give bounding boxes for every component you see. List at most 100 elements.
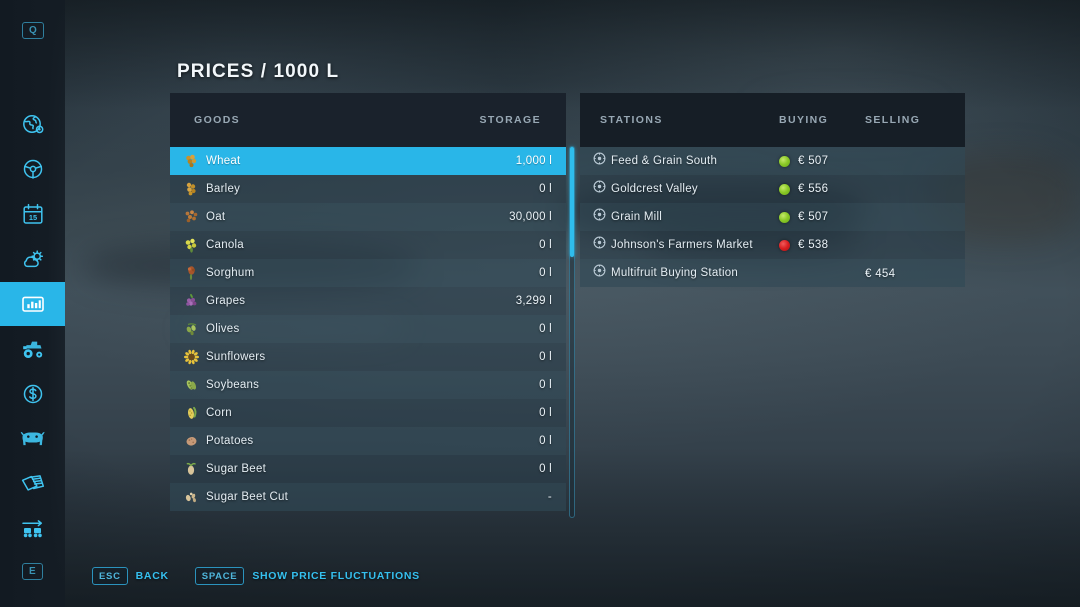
sugarbeet-icon [183, 461, 200, 478]
trend-up-icon [779, 183, 790, 195]
sidebar-item-animals[interactable] [0, 417, 65, 461]
sidebar-item-map[interactable] [0, 102, 65, 146]
column-goods: GOODS [194, 114, 241, 126]
wheat-icon [183, 153, 200, 170]
hint-label: SHOW PRICE FLUCTUATIONS [252, 569, 420, 582]
goods-row-storage: 0 l [539, 407, 552, 419]
goods-row[interactable]: Sunflowers 0 l [170, 343, 566, 371]
sidebar-item-contracts[interactable] [0, 462, 65, 506]
goods-row[interactable]: Soybeans 0 l [170, 371, 566, 399]
goods-row-label: Corn [206, 407, 232, 419]
column-buying: BUYING [779, 114, 829, 126]
goods-row-label: Sorghum [206, 267, 255, 279]
station-marker-icon [593, 264, 606, 282]
sidebar-item-prices[interactable] [0, 282, 65, 326]
station-buying-cell: € 538 [779, 239, 828, 251]
trend-up-icon [779, 155, 790, 167]
station-buying-cell: € 507 [779, 211, 828, 223]
sunflower-icon [183, 349, 200, 366]
goods-row-storage: 0 l [539, 267, 552, 279]
goods-row-storage: - [547, 491, 552, 503]
trend-up-icon [779, 211, 790, 223]
goods-row-label: Canola [206, 239, 244, 251]
oat-icon [183, 209, 200, 226]
goods-panel: GOODS STORAGE Wheat 1,000 l Barley 0 l Oat 30… [170, 93, 566, 511]
page-title: PRICES / 1000 L [177, 61, 340, 82]
goods-row-storage: 0 l [539, 351, 552, 363]
globe-map-icon [21, 112, 45, 136]
goods-row-storage: 0 l [539, 323, 552, 335]
goods-row[interactable]: Potatoes 0 l [170, 427, 566, 455]
sidebar-item-machines[interactable] [0, 327, 65, 371]
key-hint-q: Q [22, 22, 45, 39]
station-buying-cell: € 556 [779, 183, 828, 195]
soybean-icon [183, 377, 200, 394]
dollar-icon [21, 382, 45, 406]
station-row[interactable]: Multifruit Buying Station € 454 [580, 259, 965, 287]
sidebar-item-vehicles[interactable] [0, 147, 65, 191]
steering-wheel-icon [21, 157, 45, 181]
sugarbeetcut-icon [183, 489, 200, 506]
sorghum-icon [183, 265, 200, 282]
stations-panel: STATIONS BUYING SELLING Feed & Grain Sou… [580, 93, 965, 287]
potato-icon [183, 433, 200, 450]
production-icon [20, 517, 46, 541]
goods-row[interactable]: Wheat 1,000 l [170, 147, 566, 175]
goods-row-label: Potatoes [206, 435, 254, 447]
station-marker-icon [593, 208, 606, 226]
station-row[interactable]: Feed & Grain South € 507 [580, 147, 965, 175]
station-marker-icon [593, 236, 606, 254]
goods-row[interactable]: Oat 30,000 l [170, 203, 566, 231]
goods-header: GOODS STORAGE [170, 93, 566, 147]
goods-row-label: Wheat [206, 155, 241, 167]
goods-scrollbar[interactable] [569, 146, 575, 518]
sidebar-item-calendar[interactable]: 15 [0, 192, 65, 236]
goods-row-label: Sunflowers [206, 351, 266, 363]
goods-row-label: Sugar Beet [206, 463, 267, 475]
goods-row-label: Soybeans [206, 379, 260, 391]
weather-icon [21, 247, 45, 271]
hint-show-price-fluctuations[interactable]: SPACE SHOW PRICE FLUCTUATIONS [194, 566, 420, 585]
sidebar-item-weather[interactable] [0, 237, 65, 281]
stations-header: STATIONS BUYING SELLING [580, 93, 965, 147]
sidebar-item-production[interactable] [0, 507, 65, 551]
column-selling: SELLING [865, 114, 921, 126]
goods-row[interactable]: Canola 0 l [170, 231, 566, 259]
barley-icon [183, 181, 200, 198]
scrollbar-thumb[interactable] [570, 147, 574, 257]
station-row[interactable]: Grain Mill € 507 [580, 203, 965, 231]
hint-label: BACK [135, 569, 169, 582]
hint-key: SPACE [194, 566, 245, 585]
station-buying-price: € 507 [798, 155, 829, 167]
goods-row[interactable]: Sugar Beet Cut - [170, 483, 566, 511]
goods-row-label: Olives [206, 323, 240, 335]
goods-row[interactable]: Sorghum 0 l [170, 259, 566, 287]
goods-row[interactable]: Barley 0 l [170, 175, 566, 203]
goods-row[interactable]: Olives 0 l [170, 315, 566, 343]
goods-row-storage: 0 l [539, 183, 552, 195]
goods-row-label: Grapes [206, 295, 246, 307]
goods-row[interactable]: Corn 0 l [170, 399, 566, 427]
goods-row[interactable]: Grapes 3,299 l [170, 287, 566, 315]
hint-key: ESC [92, 566, 128, 585]
cow-icon [19, 427, 47, 451]
grapes-icon [183, 293, 200, 310]
game-menu-screen: Q 15 E PRICES / 1000 L GOODS STORAGE Whe… [0, 0, 1080, 607]
corn-icon [183, 405, 200, 422]
station-row[interactable]: Johnson's Farmers Market € 538 [580, 231, 965, 259]
station-buying-price: € 556 [798, 183, 829, 195]
station-selling-price: € 454 [865, 268, 896, 280]
sidebar-item-finances[interactable] [0, 372, 65, 416]
goods-list: Wheat 1,000 l Barley 0 l Oat 30,000 l Canola 0 … [170, 147, 566, 511]
goods-row[interactable]: Sugar Beet 0 l [170, 455, 566, 483]
svg-text:15: 15 [28, 213, 36, 222]
column-stations: STATIONS [600, 114, 663, 126]
hint-back[interactable]: ESC BACK [92, 566, 169, 585]
trend-down-icon [779, 239, 790, 251]
station-row-label: Feed & Grain South [611, 155, 718, 167]
goods-row-storage: 0 l [539, 463, 552, 475]
key-hint-e: E [22, 563, 44, 580]
station-row[interactable]: Goldcrest Valley € 556 [580, 175, 965, 203]
documents-icon [20, 472, 46, 496]
station-marker-icon [593, 152, 606, 170]
